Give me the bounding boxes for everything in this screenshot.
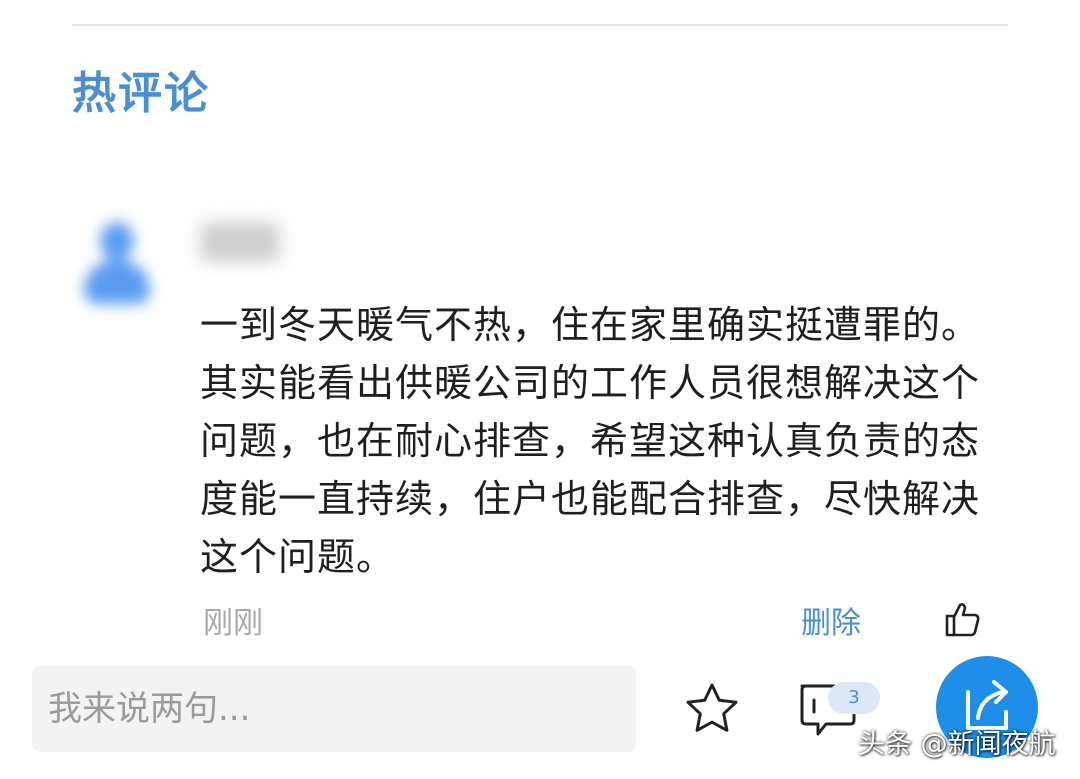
user-avatar[interactable] [78, 216, 154, 304]
username-blurred[interactable] [200, 222, 280, 262]
avatar-head [100, 222, 134, 260]
thumbs-up-icon[interactable] [944, 600, 982, 638]
avatar-body [84, 260, 150, 304]
share-arrow-icon [966, 680, 1008, 730]
comment-input[interactable]: 我来说两句... [32, 666, 636, 752]
comment-input-placeholder: 我来说两句... [48, 689, 251, 729]
delete-button[interactable]: 删除 [801, 604, 861, 644]
hot-comments-title: 热评论 [72, 68, 210, 119]
comment-count-badge: 3 [828, 682, 880, 714]
comment-text: 一到冬天暖气不热，住在家里确实挺遭罪的。其实能看出供暖公司的工作人员很想解决这个… [200, 303, 981, 579]
watermark: 头条 @新闻夜航 [858, 729, 1056, 760]
comment-timestamp: 刚刚 [203, 606, 263, 641]
top-divider [72, 24, 1008, 26]
star-icon[interactable] [682, 680, 742, 740]
